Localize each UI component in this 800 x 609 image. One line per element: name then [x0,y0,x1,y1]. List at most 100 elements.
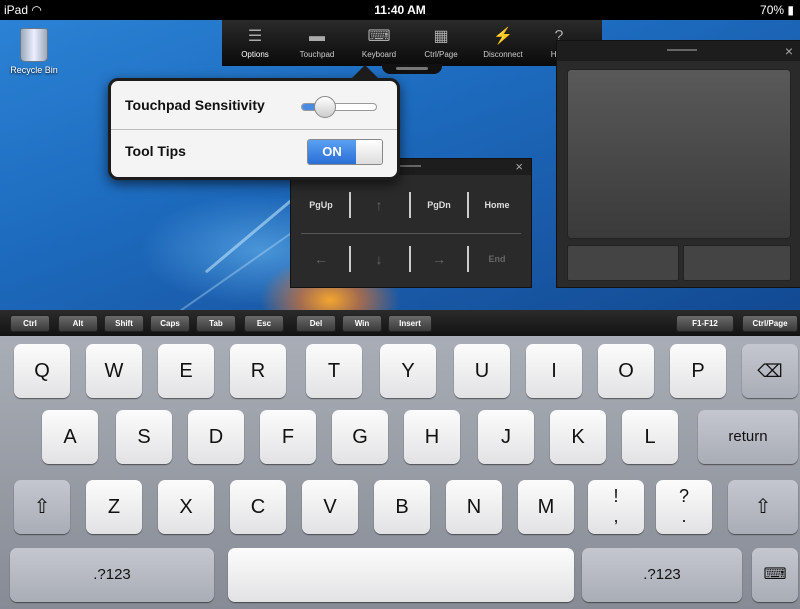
toolbar-options-button[interactable]: ☰ Options [224,20,286,66]
key-k[interactable]: K [550,410,606,464]
key-s[interactable]: S [116,410,172,464]
period-label: . [681,506,687,526]
slider-knob[interactable] [314,96,337,118]
keyboard-icon: ⌨ [367,28,391,45]
touchpad-left-button[interactable] [567,245,679,281]
insert-key[interactable]: Insert [388,315,432,332]
del-key[interactable]: Del [296,315,336,332]
key-p[interactable]: P [670,344,726,398]
recycle-bin-label: Recycle Bin [10,65,58,75]
key-o[interactable]: O [598,344,654,398]
key-j[interactable]: J [478,410,534,464]
key-v[interactable]: V [302,480,358,534]
toolbar-touchpad-button[interactable]: ▬ Touchpad [286,20,348,66]
caps-key[interactable]: Caps [150,315,190,332]
hide-keyboard-key[interactable]: ⌨ [752,548,798,602]
key-f[interactable]: F [260,410,316,464]
recycle-bin-shortcut[interactable]: Recycle Bin [4,28,64,75]
key-d[interactable]: D [188,410,244,464]
right-arrow-key[interactable]: → [411,241,467,277]
touchpad-panel: × [556,40,800,288]
key-c[interactable]: C [230,480,286,534]
touchpad-icon: ▬ [309,28,325,45]
plug-icon: ⚡ [493,28,513,45]
ios-status-bar: iPad ◠ 11:40 AM 70% ▮ [0,0,800,20]
key-x[interactable]: X [158,480,214,534]
key-n[interactable]: N [446,480,502,534]
touchpad-area[interactable] [567,69,791,239]
touchpad-grip [667,49,697,51]
backspace-icon: ⌫ [757,361,783,381]
left-arrow-key[interactable]: ← [293,241,349,277]
key-y[interactable]: Y [380,344,436,398]
ios-keyboard: Q W E R T Y U I O P ⌫ A S D F G H J K L … [0,336,800,609]
toolbar-drag-handle[interactable] [382,64,442,74]
key-u[interactable]: U [454,344,510,398]
key-i[interactable]: I [526,344,582,398]
toolbar-keyboard-label: Keyboard [361,50,397,59]
backspace-key[interactable]: ⌫ [742,344,798,398]
modifier-key-bar: Ctrl Alt Shift Caps Tab Esc Del Win Inse… [0,310,800,336]
pgup-key[interactable]: PgUp [293,187,349,223]
key-t[interactable]: T [306,344,362,398]
key-r[interactable]: R [230,344,286,398]
f1-f12-key[interactable]: F1-F12 [676,315,734,332]
touchpad-sensitivity-row: Touchpad Sensitivity [111,83,397,130]
key-w[interactable]: W [86,344,142,398]
shift-icon: ⇧ [754,496,772,518]
remote-toolbar: ☰ Options ▬ Touchpad ⌨ Keyboard ▦ Ctrl/P… [222,20,602,74]
key-m[interactable]: M [518,480,574,534]
toggle-thumb [356,140,382,164]
shift-left-key[interactable]: ⇧ [14,480,70,534]
ctrl-page-key[interactable]: Ctrl/Page [742,315,798,332]
options-popup-pointer [351,65,379,79]
home-key[interactable]: Home [469,187,525,223]
touchpad-close-icon[interactable]: × [785,43,793,59]
numbers-left-key[interactable]: .?123 [10,548,214,602]
key-z[interactable]: Z [86,480,142,534]
down-arrow-key[interactable]: ↓ [351,241,407,277]
end-key[interactable]: End [469,241,525,277]
exclaim-label: ! [613,486,619,506]
pgdn-key[interactable]: PgDn [411,187,467,223]
battery-level: 70% [760,3,785,17]
tool-tips-row: Tool Tips ON [111,129,397,175]
hide-keyboard-icon: ⌨ [763,566,787,583]
touchpad-right-button[interactable] [683,245,791,281]
battery-icon: ▮ [787,3,794,17]
touchpad-titlebar[interactable]: × [557,41,800,61]
recycle-bin-icon [20,28,48,62]
esc-key[interactable]: Esc [244,315,284,332]
shift-right-key[interactable]: ⇧ [728,480,798,534]
key-e[interactable]: E [158,344,214,398]
win-key[interactable]: Win [342,315,382,332]
shift-mod-key[interactable]: Shift [104,315,144,332]
toolbar-disconnect-label: Disconnect [483,50,523,59]
up-arrow-key[interactable]: ↑ [351,187,407,223]
ctrl-page-close-icon[interactable]: × [515,159,523,174]
key-question-period[interactable]: ?. [656,480,712,534]
key-exclaim-comma[interactable]: !, [588,480,644,534]
return-key[interactable]: return [698,410,798,464]
key-a[interactable]: A [42,410,98,464]
toolbar-keyboard-button[interactable]: ⌨ Keyboard [348,20,410,66]
clock: 11:40 AM [374,3,426,17]
key-g[interactable]: G [332,410,388,464]
touchpad-sensitivity-slider[interactable] [301,96,377,118]
key-b[interactable]: B [374,480,430,534]
space-bar[interactable] [228,548,574,602]
key-q[interactable]: Q [14,344,70,398]
numbers-right-key[interactable]: .?123 [582,548,742,602]
tab-key[interactable]: Tab [196,315,236,332]
question-label: ? [678,486,689,506]
toggle-state: ON [308,140,356,164]
toolbar-ctrl-page-button[interactable]: ▦ Ctrl/Page [410,20,472,66]
alt-key[interactable]: Alt [58,315,98,332]
key-h[interactable]: H [404,410,460,464]
list-icon: ☰ [247,28,263,45]
tool-tips-toggle[interactable]: ON [307,139,383,165]
options-popup: Touchpad Sensitivity Tool Tips ON [108,65,400,180]
ctrl-key[interactable]: Ctrl [10,315,50,332]
toolbar-disconnect-button[interactable]: ⚡ Disconnect [472,20,534,66]
key-l[interactable]: L [622,410,678,464]
